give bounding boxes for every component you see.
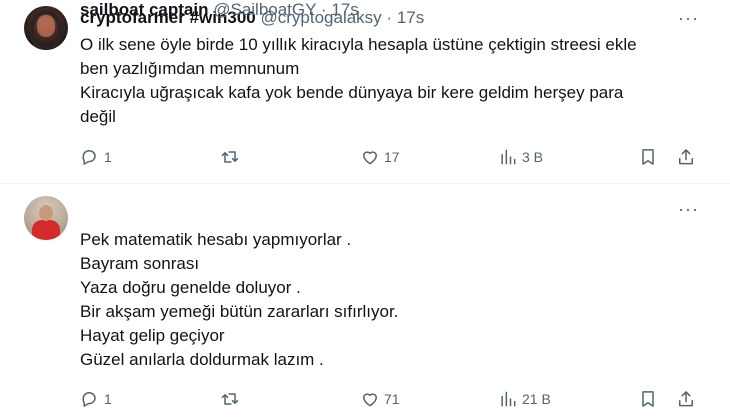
tweet-header: sailboat captain @SailboatGY · 17s (80, 0, 359, 20)
reply-icon (82, 150, 96, 165)
views-button[interactable]: 21 B (498, 387, 551, 411)
heart-icon (363, 151, 377, 165)
action-bar: 1 71 21 B (80, 387, 710, 411)
bookmark-icon (642, 149, 654, 165)
tweet-text: Pek matematik hesabı yapmıyorlar . Bayra… (80, 228, 700, 372)
like-button[interactable]: 71 (360, 387, 400, 411)
views-icon (501, 149, 516, 165)
tweet-line: Bir akşam yemeği bütün zararları sıfırlı… (80, 302, 399, 321)
tweet-line: Kiracıyla uğraşıcak kafa yok bende dünya… (80, 83, 624, 102)
tweet-line: Hayat gelip geçiyor (80, 326, 225, 345)
reply-button[interactable]: 1 (80, 387, 112, 411)
tweet-line: Güzel anılarla doldurmak lazım . (80, 350, 324, 369)
retweet-button[interactable] (220, 387, 244, 411)
tweet-line: Bayram sonrası (80, 254, 200, 273)
like-count: 17 (384, 149, 400, 165)
tweet-cryptofarmer[interactable]: cryptofarmer #win300 @cryptogalaksy · 17… (0, 0, 730, 184)
avatar-head (39, 205, 53, 221)
meta-separator: · (386, 8, 393, 27)
share-button[interactable] (676, 387, 696, 411)
like-button[interactable]: 17 (360, 145, 400, 169)
tweet-line: Pek matematik hesabı yapmıyorlar . (80, 230, 352, 249)
like-count: 71 (384, 391, 400, 407)
more-options-icon[interactable]: ··· (678, 199, 699, 220)
views-count: 21 B (522, 391, 551, 407)
display-name[interactable]: sailboat captain (80, 0, 208, 19)
reply-button[interactable]: 1 (80, 145, 112, 169)
tweet-line: ben yazlığımdan memnunum (80, 59, 300, 78)
bookmark-button[interactable] (638, 387, 658, 411)
action-bar: 1 17 3 B (80, 145, 710, 169)
timestamp[interactable]: 17s (397, 8, 424, 27)
user-handle[interactable]: @SailboatGY (213, 0, 316, 19)
views-icon (501, 391, 516, 407)
bookmark-button[interactable] (638, 145, 658, 169)
share-button[interactable] (676, 145, 696, 169)
share-icon (679, 391, 693, 407)
retweet-button[interactable] (220, 145, 244, 169)
heart-icon (363, 393, 377, 407)
tweet-line: Yaza doğru genelde doluyor . (80, 278, 301, 297)
tweet-line: O ilk sene öyle birde 10 yıllık kiracıyl… (80, 35, 637, 54)
views-button[interactable]: 3 B (498, 145, 543, 169)
views-count: 3 B (522, 149, 544, 165)
tweet-line: değil (80, 107, 116, 126)
reply-count: 1 (104, 391, 112, 407)
timestamp[interactable]: 17s (331, 0, 358, 19)
more-options-icon[interactable]: ··· (678, 8, 699, 29)
tweet-text: O ilk sene öyle birde 10 yıllık kiracıyl… (80, 33, 700, 129)
reply-icon (82, 392, 96, 407)
avatar-hood (30, 10, 62, 50)
bookmark-icon (642, 391, 654, 407)
reply-count: 1 (104, 149, 112, 165)
avatar[interactable] (24, 196, 68, 240)
avatar-body (32, 220, 60, 240)
avatar[interactable] (24, 6, 68, 50)
share-icon (679, 149, 693, 165)
retweet-icon (221, 393, 239, 405)
retweet-icon (221, 151, 239, 163)
meta-separator: · (320, 0, 327, 19)
